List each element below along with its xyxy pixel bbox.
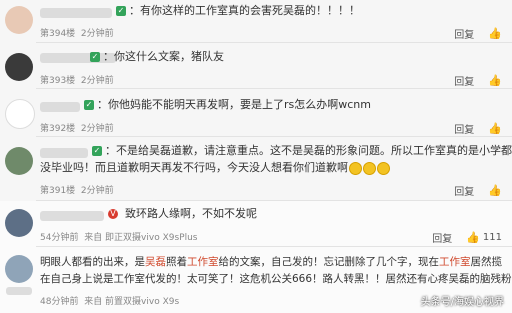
comment-text-line1: 明眼人都看的出来，是吴磊照着工作室给的文案，自己发的！忘记删除了几个字，现在工作… [40, 256, 502, 268]
comment-393: ✓ ：你这什么文案，猪队友 第393楼 2分钟前 回复 👍 [0, 43, 512, 89]
green-badge-icon: ✓ [90, 52, 100, 62]
username-blurred[interactable] [40, 211, 104, 221]
comment-actions: 回复 👍 [454, 183, 502, 198]
comment-meta: 54分钟前 来自 即正双摄vivo X9sPlus [40, 233, 198, 243]
like-button[interactable]: 👍 111 [466, 231, 502, 244]
comment-actions: 回复 👍 [454, 121, 502, 136]
emoji-icon [349, 161, 362, 175]
thumb-up-icon[interactable]: 👍 [488, 122, 502, 135]
like-count: 111 [482, 232, 502, 243]
reply-button[interactable]: 回复 [454, 73, 474, 88]
thumb-up-icon[interactable]: 👍 [488, 74, 502, 87]
comment-meta: 第393楼 2分钟前 [40, 76, 114, 86]
username-blurred[interactable] [40, 148, 88, 158]
username-blurred[interactable] [40, 102, 80, 112]
comment-meta: 48分钟前 来自 前置双摄vivo X9s [40, 297, 180, 307]
reply-button[interactable]: 回复 [454, 26, 474, 41]
avatar[interactable] [5, 6, 33, 34]
thumb-up-icon[interactable]: 👍 [488, 184, 502, 197]
avatar[interactable] [5, 53, 33, 81]
comment-actions: 回复 👍 [454, 26, 502, 41]
avatar[interactable] [5, 147, 33, 175]
comment-text: ✓ ：你他妈能不能明天再发啊，要是上了rs怎么办啊wcnm [84, 98, 371, 111]
green-badge-icon: ✓ [116, 6, 126, 16]
comment-text: ✓ ：有你这样的工作室真的会害死吴磊的！！！！ [116, 4, 360, 17]
green-badge-icon: ✓ [92, 146, 102, 156]
reply-button[interactable]: 回复 [454, 183, 474, 198]
comment-weibo-1: V 致环路人缘啊，不如不发呢 54分钟前 来自 即正双摄vivo X9sPlus… [0, 201, 512, 247]
reply-button[interactable]: 回复 [432, 230, 452, 245]
avatar[interactable] [5, 255, 33, 283]
thumb-up-icon: 👍 [466, 231, 480, 244]
comment-meta: 第391楼 2分钟前 [40, 186, 114, 196]
thumb-up-icon[interactable]: 👍 [488, 27, 502, 40]
comment-394: ✓ ：有你这样的工作室真的会害死吴磊的！！！！ 第394楼 2分钟前 回复 👍 [0, 0, 512, 43]
comment-391: ✓ ：不是给吴磊道歉，请注意重点。这不是吴磊的形象问题。所以工作室真的是小学都还 … [0, 137, 512, 201]
username-blurred[interactable] [40, 8, 112, 18]
comment-text-line2: 在自己身上说是工作室代发的！太可笑了！这危机公关666！路人转黑！！居然还有心疼… [40, 273, 512, 285]
comment-392: ✓ ：你他妈能不能明天再发啊，要是上了rs怎么办啊wcnm 第392楼 2分钟前 … [0, 89, 512, 137]
avatar[interactable] [5, 99, 35, 129]
comment-text-line1: ✓ ：不是给吴磊道歉，请注意重点。这不是吴磊的形象问题。所以工作室真的是小学都还 [92, 144, 512, 157]
emoji-icon [363, 161, 376, 175]
red-v-icon: V [108, 209, 118, 219]
comment-text: ✓ ：你这什么文案，猪队友 [90, 50, 224, 63]
comment-meta: 第394楼 2分钟前 [40, 29, 114, 39]
comment-actions: 回复 👍 [454, 73, 502, 88]
comment-text: V 致环路人缘啊，不如不发呢 [108, 206, 257, 222]
comment-text-line2: 没毕业吗！而且道歉明天再发不行吗，今天没人想看你们道歉啊 [40, 160, 390, 176]
comment-meta: 第392楼 2分钟前 [40, 124, 114, 134]
watermark: 头条号/海娱心视界 [420, 297, 504, 308]
comment-actions: 回复 👍 111 [432, 230, 502, 245]
avatar[interactable] [5, 209, 33, 237]
username-blurred[interactable] [6, 287, 32, 295]
emoji-icon [377, 161, 390, 175]
reply-button[interactable]: 回复 [454, 121, 474, 136]
green-badge-icon: ✓ [84, 100, 94, 110]
